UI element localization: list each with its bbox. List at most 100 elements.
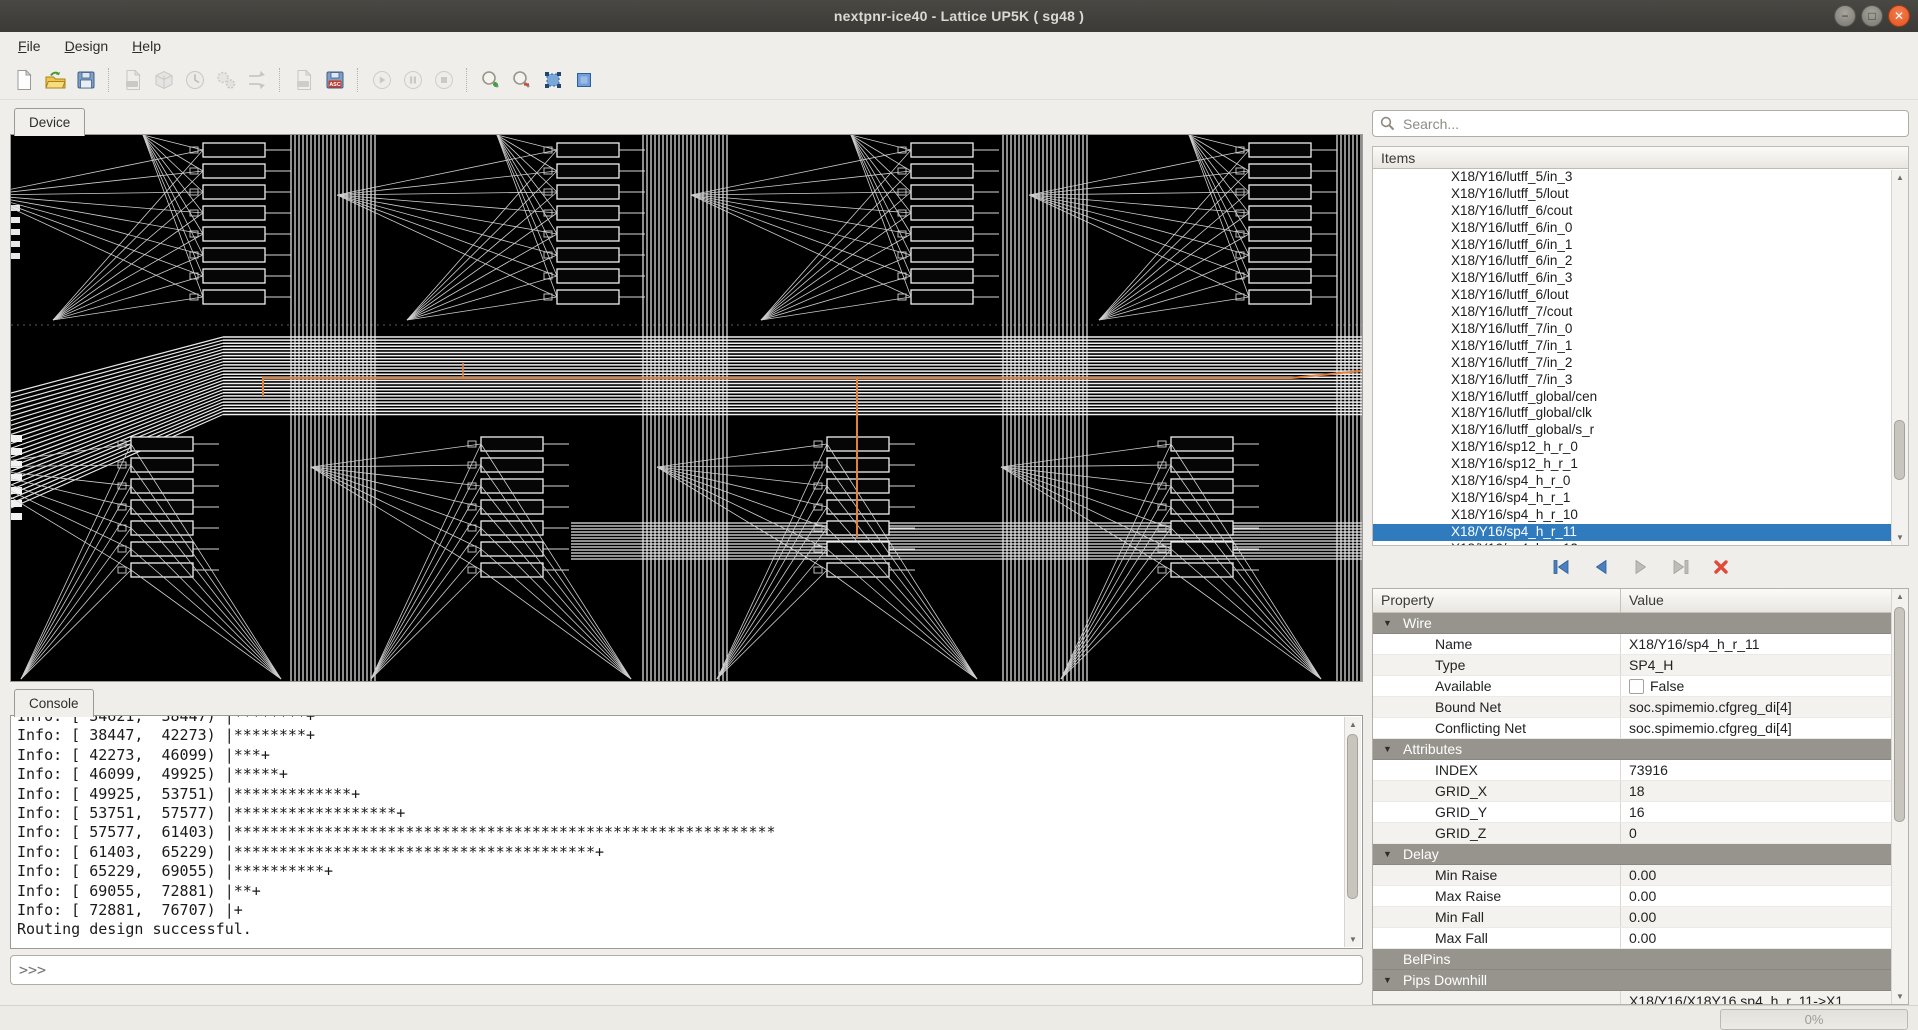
items-scroll-thumb[interactable]: [1894, 420, 1905, 480]
go-previous-button[interactable]: [1588, 554, 1614, 580]
close-button[interactable]: ✕: [1888, 5, 1910, 27]
property-row[interactable]: INDEX73916: [1373, 760, 1908, 781]
properties-scrollbar[interactable]: ▲ ▼: [1891, 589, 1908, 1004]
minimize-button[interactable]: −: [1834, 5, 1856, 27]
play-icon: [371, 69, 393, 91]
zoom-out-button[interactable]: [506, 64, 537, 95]
property-row[interactable]: Max Raise0.00: [1373, 886, 1908, 907]
console-scrollbar[interactable]: ▲ ▼: [1344, 717, 1361, 947]
property-group-header[interactable]: ▼Delay: [1373, 844, 1908, 865]
property-row[interactable]: Min Fall0.00: [1373, 907, 1908, 928]
property-row[interactable]: X18/Y16/X18Y16.sp4_h_r_11->X1: [1373, 991, 1908, 1005]
tree-item[interactable]: X18/Y16/lutff_global/clk: [1373, 405, 1908, 422]
properties-scroll-thumb[interactable]: [1894, 607, 1905, 822]
tree-item[interactable]: X18/Y16/sp4_h_r_10: [1373, 507, 1908, 524]
play-button[interactable]: [366, 64, 397, 95]
maximize-button[interactable]: □: [1861, 5, 1883, 27]
open-folder-icon: [44, 69, 66, 91]
tab-device[interactable]: Device: [14, 108, 85, 136]
new-file-button[interactable]: [8, 64, 39, 95]
zoom-in-button[interactable]: [475, 64, 506, 95]
save-pcf-button[interactable]: [288, 64, 319, 95]
property-value: 0.00: [1621, 907, 1908, 927]
items-scrollbar[interactable]: ▲ ▼: [1891, 170, 1908, 545]
tree-item[interactable]: X18/Y16/lutff_7/in_1: [1373, 338, 1908, 355]
tree-item[interactable]: X18/Y16/lutff_6/in_1: [1373, 237, 1908, 254]
tree-item[interactable]: X18/Y16/sp4_h_r_1: [1373, 490, 1908, 507]
zoom-selection-button[interactable]: [537, 64, 568, 95]
pause-button[interactable]: [397, 64, 428, 95]
tree-item[interactable]: X18/Y16/lutff_6/in_0: [1373, 220, 1908, 237]
property-row[interactable]: GRID_X18: [1373, 781, 1908, 802]
property-row[interactable]: NameX18/Y16/sp4_h_r_11: [1373, 634, 1908, 655]
scroll-down-icon[interactable]: ▼: [1892, 530, 1908, 545]
tree-item[interactable]: X18/Y16/lutff_7/cout: [1373, 304, 1908, 321]
title-bar: nextpnr-ice40 - Lattice UP5K ( sg48 ) − …: [0, 0, 1918, 32]
tree-item[interactable]: X18/Y16/sp4_h_r_0: [1373, 473, 1908, 490]
save-button[interactable]: [70, 64, 101, 95]
go-last-button[interactable]: [1668, 554, 1694, 580]
tree-item-partial[interactable]: X18/Y16/sp4_h_r_12: [1373, 541, 1908, 546]
tree-item[interactable]: X18/Y16/sp4_h_r_11: [1373, 524, 1908, 541]
save-asc-button[interactable]: ASC: [319, 64, 350, 95]
checkbox-unchecked-icon[interactable]: [1629, 679, 1644, 694]
property-row[interactable]: GRID_Y16: [1373, 802, 1908, 823]
menu-file[interactable]: File: [6, 34, 53, 58]
property-row[interactable]: TypeSP4_H: [1373, 655, 1908, 676]
property-value-text: 0.00: [1629, 928, 1656, 948]
property-row[interactable]: Max Fall0.00: [1373, 928, 1908, 949]
console-output[interactable]: Info: [ 34621, 38447) |********+Info: [ …: [10, 715, 1363, 949]
tree-item[interactable]: X18/Y16/sp12_h_r_0: [1373, 439, 1908, 456]
collapse-arrow-icon[interactable]: ▼: [1383, 613, 1392, 634]
tree-item[interactable]: X18/Y16/lutff_5/in_3: [1373, 169, 1908, 186]
place-button[interactable]: [179, 64, 210, 95]
console-prompt-input[interactable]: [10, 955, 1363, 985]
property-group-header[interactable]: ▼Pips Downhill: [1373, 970, 1908, 991]
tree-item[interactable]: X18/Y16/lutff_5/lout: [1373, 186, 1908, 203]
stop-button[interactable]: [428, 64, 459, 95]
search-input[interactable]: [1401, 115, 1901, 133]
tree-item[interactable]: X18/Y16/lutff_global/cen: [1373, 389, 1908, 406]
tab-console[interactable]: Console: [14, 689, 94, 717]
scroll-down-icon[interactable]: ▼: [1345, 932, 1361, 947]
tree-item[interactable]: X18/Y16/lutff_6/in_3: [1373, 270, 1908, 287]
property-group-header[interactable]: BelPins: [1373, 949, 1908, 970]
tree-item[interactable]: X18/Y16/lutff_6/lout: [1373, 287, 1908, 304]
device-canvas[interactable]: [11, 135, 1362, 681]
search-icon: [1380, 116, 1395, 131]
property-row[interactable]: Min Raise0.00: [1373, 865, 1908, 886]
property-row[interactable]: Bound Netsoc.spimemio.cfgreg_di[4]: [1373, 697, 1908, 718]
tree-item[interactable]: X18/Y16/lutff_6/in_2: [1373, 253, 1908, 270]
load-json-button[interactable]: [117, 64, 148, 95]
collapse-arrow-icon[interactable]: ▼: [1383, 844, 1392, 865]
assign-budget-button[interactable]: [241, 64, 272, 95]
scroll-up-icon[interactable]: ▲: [1892, 589, 1908, 604]
menu-design[interactable]: Design: [53, 34, 121, 58]
open-file-button[interactable]: [39, 64, 70, 95]
menu-help[interactable]: Help: [120, 34, 173, 58]
collapse-arrow-icon[interactable]: ▼: [1383, 739, 1392, 760]
tree-item[interactable]: X18/Y16/lutff_global/s_r: [1373, 422, 1908, 439]
scroll-up-icon[interactable]: ▲: [1345, 717, 1361, 732]
property-row[interactable]: Conflicting Netsoc.spimemio.cfgreg_di[4]: [1373, 718, 1908, 739]
tree-item[interactable]: X18/Y16/lutff_7/in_0: [1373, 321, 1908, 338]
scroll-down-icon[interactable]: ▼: [1892, 989, 1908, 1004]
scroll-up-icon[interactable]: ▲: [1892, 170, 1908, 185]
route-button[interactable]: [210, 64, 241, 95]
property-group-header[interactable]: ▼Wire: [1373, 613, 1908, 634]
property-group-header[interactable]: ▼Attributes: [1373, 739, 1908, 760]
go-first-button[interactable]: [1548, 554, 1574, 580]
collapse-arrow-icon[interactable]: ▼: [1383, 970, 1392, 991]
pack-button[interactable]: [148, 64, 179, 95]
tree-item[interactable]: X18/Y16/sp12_h_r_1: [1373, 456, 1908, 473]
property-row[interactable]: AvailableFalse: [1373, 676, 1908, 697]
property-row[interactable]: GRID_Z0: [1373, 823, 1908, 844]
zoom-outbound-button[interactable]: [568, 64, 599, 95]
console-scroll-thumb[interactable]: [1347, 734, 1358, 899]
tree-item[interactable]: X18/Y16/lutff_6/cout: [1373, 203, 1908, 220]
go-next-button[interactable]: [1628, 554, 1654, 580]
tree-item[interactable]: X18/Y16/lutff_7/in_2: [1373, 355, 1908, 372]
clear-selection-button[interactable]: [1708, 554, 1734, 580]
status-bar: 0%: [0, 1005, 1918, 1030]
tree-item[interactable]: X18/Y16/lutff_7/in_3: [1373, 372, 1908, 389]
